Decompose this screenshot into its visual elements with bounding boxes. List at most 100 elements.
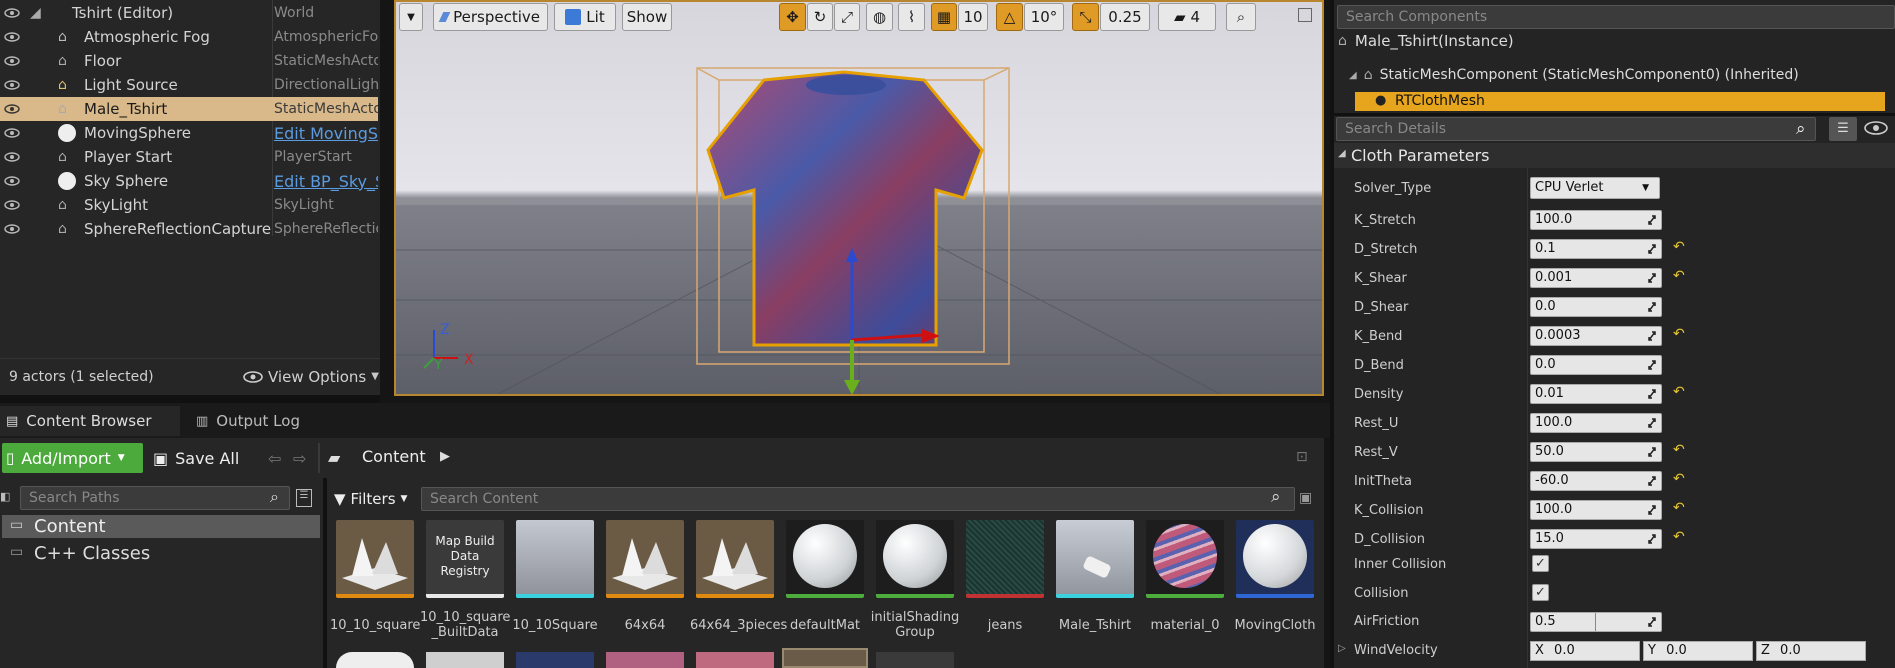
- asset-thumbnail[interactable]: [786, 520, 864, 598]
- param-field[interactable]: 0.01: [1530, 384, 1662, 404]
- param-field[interactable]: 0.0: [1530, 355, 1662, 375]
- lit-button[interactable]: Lit: [554, 3, 616, 31]
- scale-snap-value[interactable]: 0.25: [1100, 3, 1150, 31]
- eye-icon[interactable]: [2, 3, 22, 23]
- wind-y-field[interactable]: Y 0.0: [1643, 641, 1753, 661]
- solver-type-dropdown[interactable]: CPU Verlet ▼: [1530, 177, 1660, 199]
- maximize-icon[interactable]: [1298, 8, 1312, 22]
- reset-to-default-icon[interactable]: ↶: [1673, 471, 1685, 487]
- tab-content-browser[interactable]: ▤ Content Browser: [0, 406, 180, 436]
- cloth-parameters-header[interactable]: ◢ Cloth Parameters: [1334, 143, 1895, 168]
- splitter[interactable]: [323, 478, 327, 668]
- outliner-row[interactable]: ⌂ Atmospheric Fog AtmosphericFog: [0, 25, 378, 49]
- tree-item-cpp-classes[interactable]: ▭ C++ Classes: [2, 542, 320, 565]
- reset-to-default-icon[interactable]: ↶: [1673, 326, 1685, 342]
- eye-icon[interactable]: [2, 27, 22, 47]
- asset-partial[interactable]: [696, 652, 774, 668]
- inner-collision-checkbox[interactable]: ✓: [1532, 555, 1549, 572]
- asset-thumbnail[interactable]: [336, 520, 414, 598]
- outliner-row[interactable]: ⌂ Player Start PlayerStart: [0, 145, 378, 169]
- param-field[interactable]: -60.0: [1530, 471, 1662, 491]
- scale-tool[interactable]: ⤢: [834, 3, 860, 31]
- perspective-button[interactable]: Perspective: [433, 3, 548, 31]
- reset-to-default-icon[interactable]: ↶: [1673, 500, 1685, 516]
- outliner-row[interactable]: ⌂ Light Source DirectionalLight: [0, 73, 378, 97]
- param-field[interactable]: 50.0: [1530, 442, 1662, 462]
- param-field[interactable]: 100.0: [1530, 413, 1662, 433]
- breadcrumb-arrow-icon[interactable]: ▶: [440, 449, 450, 464]
- visibility-button[interactable]: [1863, 121, 1889, 135]
- camera-speed-button[interactable]: ▰ 4: [1158, 3, 1216, 31]
- asset-thumbnail[interactable]: [696, 520, 774, 598]
- rotate-tool[interactable]: ↻: [807, 3, 833, 31]
- list-icon[interactable]: ☰: [296, 489, 312, 507]
- scale-snap-toggle[interactable]: ⤡: [1072, 3, 1099, 31]
- eye-icon[interactable]: [2, 123, 22, 143]
- outliner-row[interactable]: ⌂ Floor StaticMeshActor: [0, 49, 378, 73]
- collapse-sources-icon[interactable]: ◧: [0, 487, 12, 507]
- reset-to-default-icon[interactable]: ↶: [1673, 442, 1685, 458]
- back-arrow-icon[interactable]: ⇦: [268, 449, 281, 468]
- asset-partial[interactable]: [876, 652, 954, 668]
- asset-thumbnail[interactable]: [1236, 520, 1314, 598]
- param-field[interactable]: 0.001: [1530, 268, 1662, 288]
- wind-x-field[interactable]: X 0.0: [1530, 641, 1640, 661]
- grid-snap-toggle[interactable]: ▦: [931, 3, 957, 31]
- asset-partial[interactable]: [516, 652, 594, 668]
- reset-to-default-icon[interactable]: ↶: [1673, 529, 1685, 545]
- eye-icon[interactable]: [2, 99, 22, 119]
- eye-icon[interactable]: [2, 219, 22, 239]
- lock-icon[interactable]: ⊡: [1296, 449, 1308, 465]
- collision-checkbox[interactable]: ✓: [1532, 584, 1549, 601]
- outliner-row[interactable]: Sky Sphere Edit BP_Sky_Sphere: [0, 169, 378, 193]
- asset-thumbnail[interactable]: [606, 520, 684, 598]
- world-local-toggle[interactable]: ◍: [866, 3, 893, 31]
- save-all-button[interactable]: ▣ Save All: [153, 443, 239, 473]
- edit-blueprint-link[interactable]: Edit BP_Sky_Sphere: [274, 172, 378, 191]
- outliner-row[interactable]: ⌂ SphereReflectionCaptureSphereReflection…: [0, 217, 378, 241]
- rtclothmesh-row[interactable]: ● RTClothMesh: [1355, 92, 1885, 111]
- tree-item-content[interactable]: ▭ Content: [2, 515, 320, 538]
- asset-thumbnail[interactable]: [516, 520, 594, 598]
- level-viewport[interactable]: Z Y X ▼ Perspective Lit Show ✥ ↻ ⤢ ◍ ⌇ ▦…: [394, 0, 1324, 396]
- grid-snap-value[interactable]: 10: [958, 3, 988, 31]
- asset-thumbnail[interactable]: Map Build Data Registry: [426, 520, 504, 598]
- wind-z-field[interactable]: Z 0.0: [1756, 641, 1866, 661]
- search-components-input[interactable]: Search Components: [1337, 5, 1895, 29]
- property-matrix-button[interactable]: ☰: [1829, 117, 1857, 141]
- eye-icon[interactable]: [2, 75, 22, 95]
- param-field[interactable]: 0.1: [1530, 239, 1662, 259]
- reset-to-default-icon[interactable]: ↶: [1673, 268, 1685, 284]
- outliner-row[interactable]: ⌂ SkyLight SkyLight: [0, 193, 378, 217]
- search-details-input[interactable]: Search Details: [1336, 117, 1816, 141]
- add-import-button[interactable]: ▯ Add/Import ▼: [2, 443, 143, 473]
- edit-blueprint-link[interactable]: Edit MovingSphere: [274, 124, 378, 143]
- search-content-input[interactable]: Search Content: [421, 487, 1295, 511]
- param-field[interactable]: 100.0: [1530, 210, 1662, 230]
- param-field[interactable]: 0.0003: [1530, 326, 1662, 346]
- rotation-snap-toggle[interactable]: △: [996, 3, 1023, 31]
- rotation-snap-value[interactable]: 10°: [1024, 3, 1064, 31]
- view-options-button[interactable]: View Options ▼: [243, 368, 379, 386]
- eye-icon[interactable]: [2, 147, 22, 167]
- breadcrumb-content[interactable]: Content: [362, 447, 426, 466]
- show-button[interactable]: Show: [622, 3, 672, 31]
- asset-partial[interactable]: [782, 648, 868, 668]
- root-component-row[interactable]: ◢ ⌂ StaticMeshComponent (StaticMeshCompo…: [1349, 67, 1799, 83]
- asset-thumbnail[interactable]: [876, 520, 954, 598]
- asset-thumbnail[interactable]: [1146, 520, 1224, 598]
- search-paths-input[interactable]: Search Paths: [20, 486, 290, 510]
- asset-thumbnail[interactable]: [1056, 520, 1134, 598]
- save-search-icon[interactable]: ▣: [1299, 490, 1312, 506]
- eye-icon[interactable]: [2, 195, 22, 215]
- tab-output-log[interactable]: ▥ Output Log: [190, 406, 360, 436]
- asset-partial[interactable]: [426, 652, 504, 668]
- reset-to-default-icon[interactable]: ↶: [1673, 239, 1685, 255]
- viewport-search-button[interactable]: ⌕: [1226, 3, 1256, 31]
- eye-icon[interactable]: [2, 171, 22, 191]
- param-field[interactable]: 0.0: [1530, 297, 1662, 317]
- outliner-row[interactable]: MovingSphere Edit MovingSphere: [0, 121, 378, 145]
- forward-arrow-icon[interactable]: ⇨: [293, 449, 306, 468]
- asset-partial[interactable]: [606, 652, 684, 668]
- translate-tool[interactable]: ✥: [779, 3, 806, 31]
